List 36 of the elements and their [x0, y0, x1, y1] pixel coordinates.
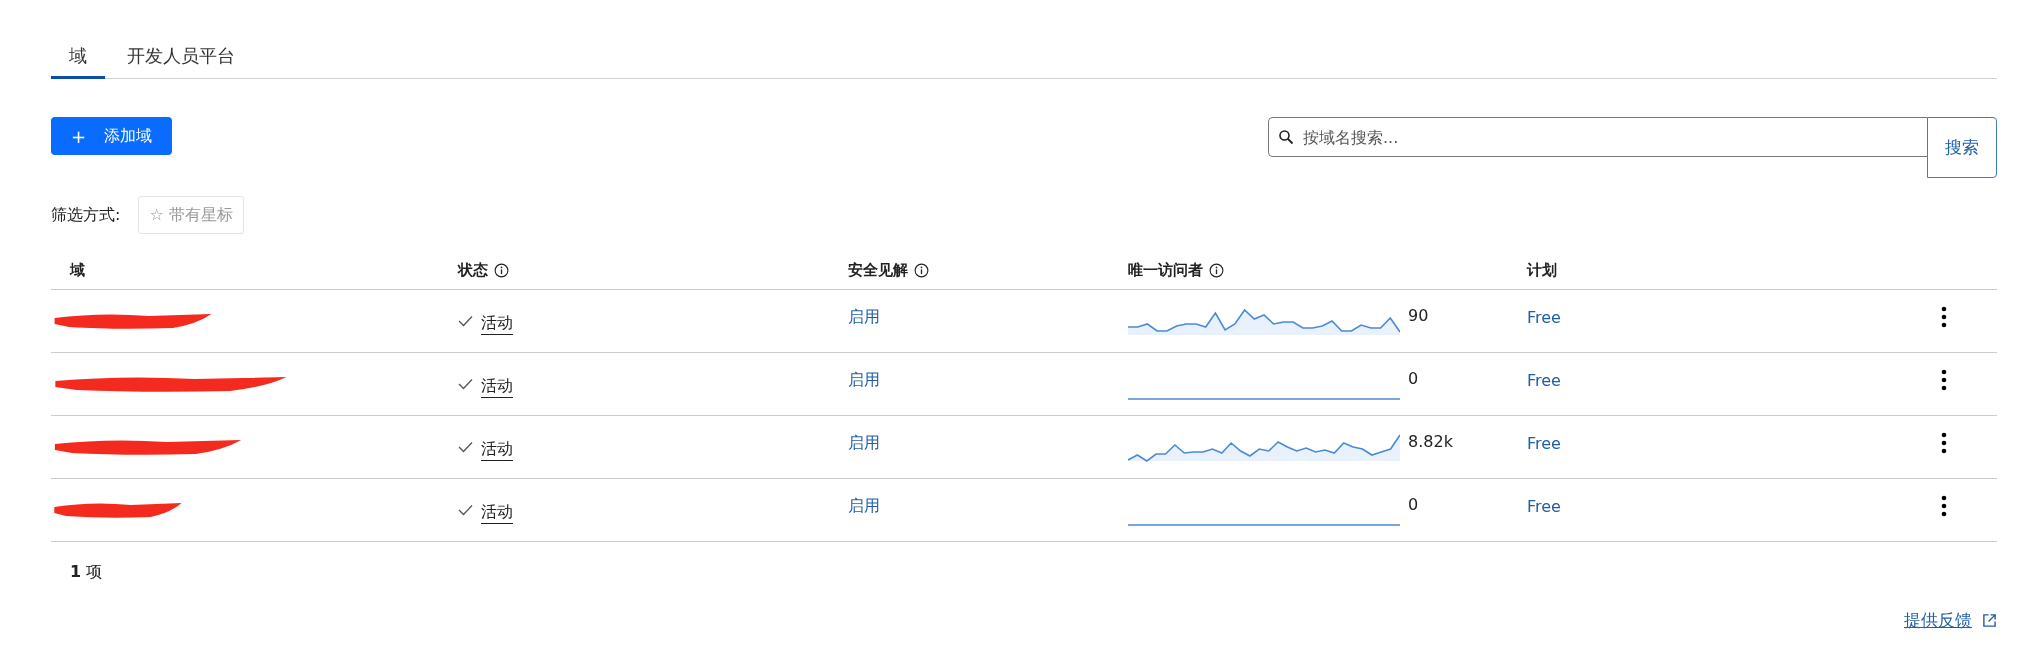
column-header: 安全见解: [848, 261, 908, 280]
feedback-link[interactable]: 提供反馈: [1904, 609, 1972, 632]
filter-label: 筛选方式:: [51, 204, 121, 226]
visitor-count: 8.82k: [1408, 431, 1453, 451]
check-icon: [458, 378, 473, 390]
column-header: 唯一访问者: [1128, 261, 1203, 280]
check-icon: [458, 315, 473, 327]
insights-link[interactable]: 启用: [848, 432, 880, 454]
visitor-count: 0: [1408, 494, 1419, 514]
plan-link[interactable]: Free: [1527, 496, 1561, 516]
plan-link[interactable]: Free: [1527, 307, 1561, 327]
item-unit: 项: [86, 562, 103, 581]
search-field[interactable]: 按域名搜索...: [1268, 117, 1927, 157]
tab[interactable]: 开发人员平台: [109, 22, 253, 79]
visitor-count: 0: [1408, 368, 1419, 388]
status-link[interactable]: 活动: [481, 433, 513, 461]
external-link-icon: [1982, 613, 1997, 628]
add-domain-button[interactable]: + 添加域: [51, 117, 173, 155]
tab[interactable]: 域: [51, 22, 105, 79]
status-link[interactable]: 活动: [481, 496, 513, 524]
item-count: 1: [70, 562, 82, 581]
plan-link[interactable]: Free: [1527, 433, 1561, 453]
check-icon: [458, 504, 473, 516]
search-button[interactable]: 搜索: [1927, 117, 1997, 178]
column-header: 域: [70, 261, 85, 280]
insights-link[interactable]: 启用: [848, 495, 880, 517]
plan-link[interactable]: Free: [1527, 370, 1561, 390]
search-icon: [1278, 129, 1294, 145]
column-header: 状态: [458, 261, 488, 280]
insights-link[interactable]: 启用: [848, 369, 880, 391]
column-header: 计划: [1527, 261, 1557, 280]
visitor-count: 90: [1408, 305, 1429, 325]
status-link[interactable]: 活动: [481, 370, 513, 398]
insights-link[interactable]: 启用: [848, 306, 880, 328]
status-link[interactable]: 活动: [481, 307, 513, 335]
check-icon: [458, 441, 473, 453]
